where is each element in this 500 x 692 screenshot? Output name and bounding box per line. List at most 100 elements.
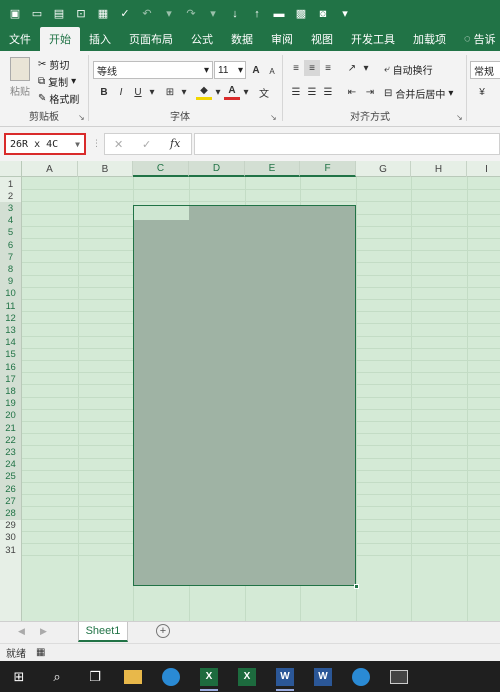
excel-app-icon-2[interactable]: X (228, 661, 266, 692)
sheet-tab-sheet1[interactable]: Sheet1 (78, 622, 128, 642)
fill-handle[interactable] (354, 584, 359, 589)
tab-data[interactable]: 数据 (222, 27, 262, 51)
row-header-14[interactable]: 14 (0, 336, 21, 349)
row-header-19[interactable]: 19 (0, 397, 21, 410)
column-header-i[interactable]: I (467, 161, 500, 177)
cut-button[interactable]: ✂ 剪切 (38, 57, 69, 72)
chevron-down-icon[interactable]: ▾ (176, 84, 192, 100)
tab-tell-me[interactable]: ◌ 告诉 (455, 27, 500, 51)
photos-app-icon[interactable] (380, 661, 418, 692)
row-header-11[interactable]: 11 (0, 300, 21, 313)
number-format-select[interactable]: 常规 (470, 61, 500, 79)
chevron-down-icon[interactable]: ▾ (238, 84, 254, 100)
column-header-b[interactable]: B (78, 161, 133, 177)
row-header-21[interactable]: 21 (0, 422, 21, 435)
align-center-icon[interactable]: ☰ (304, 84, 320, 100)
chevron-down-icon[interactable]: ▾ (144, 84, 160, 100)
undo-icon[interactable]: ↶ (138, 5, 156, 23)
align-bottom-icon[interactable]: ≡ (320, 60, 336, 76)
word-app-icon-2[interactable]: W (304, 661, 342, 692)
paste-button[interactable]: 粘贴 (6, 57, 34, 101)
row-header-25[interactable]: 25 (0, 470, 21, 483)
row-header-27[interactable]: 27 (0, 495, 21, 508)
row-header-29[interactable]: 29 (0, 520, 21, 532)
sort-descending-icon[interactable]: ↑ (248, 5, 266, 23)
phonetic-icon[interactable]: 文 (256, 84, 272, 100)
scroll-left-icon[interactable]: ◀ (18, 626, 25, 637)
column-header-g[interactable]: G (356, 161, 411, 177)
row-header-7[interactable]: 7 (0, 251, 21, 264)
windows-start-icon[interactable]: ⊞ (0, 661, 38, 692)
column-header-h[interactable]: H (411, 161, 467, 177)
dialog-launcher-icon[interactable]: ↘ (270, 113, 277, 122)
row-header-5[interactable]: 5 (0, 226, 21, 239)
align-right-icon[interactable]: ☰ (320, 84, 336, 100)
select-all-button[interactable] (0, 161, 22, 177)
tab-file[interactable]: 文件 (0, 27, 40, 51)
format-painter-button[interactable]: ✎ 格式刷 (38, 91, 79, 106)
print-preview-icon[interactable]: ⊡ (72, 5, 90, 23)
row-header-12[interactable]: 12 (0, 312, 21, 325)
decrease-indent-icon[interactable]: ⇤ (344, 84, 360, 100)
folder-icon[interactable]: ▬ (270, 5, 288, 23)
row-header-23[interactable]: 23 (0, 446, 21, 459)
dialog-launcher-icon[interactable]: ↘ (456, 113, 463, 122)
font-name-select[interactable]: 等线 ▾ (93, 61, 213, 79)
splitter-icon[interactable]: ⋮ (92, 138, 101, 149)
row-header-18[interactable]: 18 (0, 385, 21, 398)
wrap-text-button[interactable]: ⤶ 自动换行 (384, 62, 433, 77)
row-header-15[interactable]: 15 (0, 348, 21, 361)
image-icon[interactable]: ▩ (292, 5, 310, 23)
chevron-down-icon[interactable]: ▾ (358, 60, 374, 76)
add-sheet-icon[interactable]: + (156, 624, 170, 638)
copy-button[interactable]: ⧉ 复制 ▾ (38, 74, 76, 89)
save-icon[interactable]: ▣ (6, 5, 24, 23)
currency-icon[interactable]: ¥ (474, 84, 490, 100)
row-header-13[interactable]: 13 (0, 324, 21, 337)
active-cell[interactable] (134, 206, 189, 220)
search-icon[interactable]: ⌕ (38, 661, 76, 692)
row-header-2[interactable]: 2 (0, 190, 21, 202)
task-view-icon[interactable]: ❐ (76, 661, 114, 692)
open-icon[interactable]: ▤ (50, 5, 68, 23)
row-header-31[interactable]: 31 (0, 544, 21, 556)
dialog-launcher-icon[interactable]: ↘ (78, 113, 85, 122)
row-header-24[interactable]: 24 (0, 458, 21, 471)
align-top-icon[interactable]: ≡ (288, 60, 304, 76)
row-header-20[interactable]: 20 (0, 409, 21, 422)
row-header-22[interactable]: 22 (0, 434, 21, 447)
scroll-right-icon[interactable]: ▶ (40, 626, 47, 637)
browser-icon[interactable] (152, 661, 190, 692)
customize-toolbar-icon[interactable]: ▾ (336, 5, 354, 23)
row-header-10[interactable]: 10 (0, 287, 21, 300)
tab-addins[interactable]: 加载项 (404, 27, 455, 51)
dropdown-icon[interactable]: ▾ (160, 5, 178, 23)
grow-font-button[interactable]: A (248, 62, 264, 78)
spelling-icon[interactable]: ✓ (116, 5, 134, 23)
increase-indent-icon[interactable]: ⇥ (362, 84, 378, 100)
row-header-17[interactable]: 17 (0, 373, 21, 386)
row-header-3[interactable]: 3 (0, 202, 21, 215)
new-file-icon[interactable]: ▭ (28, 5, 46, 23)
sort-ascending-icon[interactable]: ↓ (226, 5, 244, 23)
column-header-a[interactable]: A (22, 161, 78, 177)
bold-button[interactable]: B (96, 84, 112, 100)
align-middle-icon[interactable]: ≡ (304, 60, 320, 76)
dropdown-icon[interactable]: ▾ (204, 5, 222, 23)
camera-icon[interactable]: ◙ (314, 5, 332, 23)
column-header-d[interactable]: D (189, 161, 245, 177)
macro-record-icon[interactable]: ▦ (36, 647, 45, 658)
row-header-30[interactable]: 30 (0, 532, 21, 544)
row-header-26[interactable]: 26 (0, 483, 21, 496)
column-header-f[interactable]: F (300, 161, 356, 177)
shrink-font-button[interactable]: A (264, 63, 280, 79)
tab-developer[interactable]: 开发工具 (342, 27, 404, 51)
word-app-icon[interactable]: W (266, 661, 304, 692)
formula-input[interactable] (194, 133, 500, 155)
file-explorer-icon[interactable] (114, 661, 152, 692)
column-header-e[interactable]: E (245, 161, 300, 177)
align-left-icon[interactable]: ☰ (288, 84, 304, 100)
enter-icon[interactable]: ✓ (142, 138, 151, 151)
tab-view[interactable]: 视图 (302, 27, 342, 51)
browser-icon-2[interactable] (342, 661, 380, 692)
